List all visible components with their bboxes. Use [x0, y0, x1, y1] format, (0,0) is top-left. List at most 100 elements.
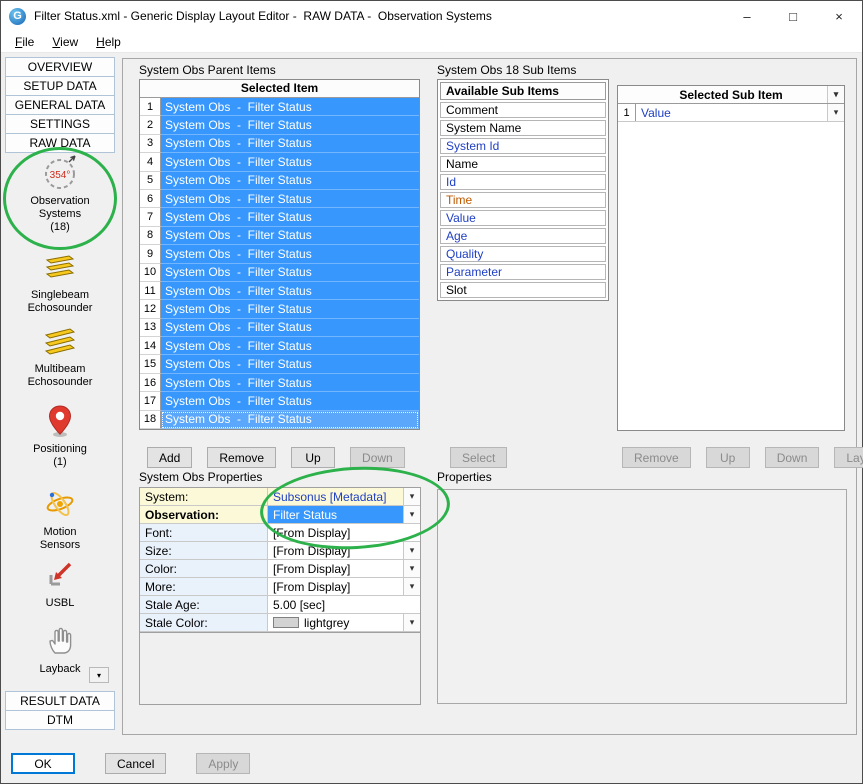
- remove-button[interactable]: Remove: [207, 447, 276, 468]
- dropdown-arrow-icon[interactable]: ▾: [827, 104, 844, 121]
- property-label: System:: [140, 488, 268, 505]
- sub-item-comment[interactable]: Comment: [440, 102, 606, 118]
- parent-row-label: System Obs - Filter Status: [161, 319, 419, 337]
- sidebar-nav-setup-data[interactable]: SETUP DATA: [5, 76, 115, 96]
- property-row-size: Size:[From Display]▾: [140, 542, 420, 560]
- parent-row[interactable]: 3System Obs - Filter Status: [140, 135, 419, 153]
- property-label: Observation:: [140, 506, 268, 523]
- parent-row[interactable]: 10System Obs - Filter Status: [140, 264, 419, 282]
- parent-row[interactable]: 6System Obs - Filter Status: [140, 190, 419, 208]
- sidebar-nav-settings[interactable]: SETTINGS: [5, 114, 115, 134]
- parent-row[interactable]: 14System Obs - Filter Status: [140, 337, 419, 355]
- dropdown-arrow-icon[interactable]: ▾: [403, 488, 420, 505]
- row-number: 10: [140, 264, 161, 282]
- dropdown-arrow-icon[interactable]: ▾: [403, 506, 420, 523]
- menu-item-file[interactable]: File: [6, 33, 43, 51]
- sub-item-system-id[interactable]: System Id: [440, 138, 606, 154]
- sidebar-nav-dtm[interactable]: DTM: [5, 710, 115, 730]
- parent-row-label: System Obs - Filter Status: [161, 245, 419, 263]
- parent-row[interactable]: 2System Obs - Filter Status: [140, 116, 419, 134]
- sub-item-quality[interactable]: Quality: [440, 246, 606, 262]
- parent-row[interactable]: 5System Obs - Filter Status: [140, 172, 419, 190]
- parent-row[interactable]: 16System Obs - Filter Status: [140, 374, 419, 392]
- property-label: Color:: [140, 560, 268, 577]
- available-sub-items-box: Available Sub Items Comment System Name Sy…: [437, 79, 609, 301]
- parent-row[interactable]: 1System Obs - Filter Status: [140, 98, 419, 116]
- property-value-field[interactable]: lightgrey▾: [268, 614, 420, 631]
- sidebar-item-usbl[interactable]: USBL: [5, 555, 115, 610]
- up-button[interactable]: Up: [291, 447, 335, 468]
- sub-item-time[interactable]: Time: [440, 192, 606, 208]
- sidebar-more-button[interactable]: ▾: [89, 667, 109, 683]
- sub-item-slot[interactable]: Slot: [440, 282, 606, 298]
- selected-sub-row[interactable]: 1Value▾: [618, 104, 844, 122]
- row-number: 4: [140, 153, 161, 171]
- available-sub-items-header: Available Sub Items: [440, 82, 606, 100]
- row-number: 7: [140, 208, 161, 226]
- row-number: 18: [140, 411, 161, 429]
- parent-items-table: Selected Item 1System Obs - Filter Statu…: [139, 79, 420, 430]
- dropdown-arrow-icon[interactable]: ▾: [403, 614, 420, 631]
- row-number: 16: [140, 374, 161, 392]
- down-button: Down: [765, 447, 820, 468]
- dropdown-arrow-icon[interactable]: ▾: [827, 86, 844, 103]
- parent-row[interactable]: 15System Obs - Filter Status: [140, 355, 419, 373]
- parent-row[interactable]: 4System Obs - Filter Status: [140, 153, 419, 171]
- dropdown-arrow-icon[interactable]: ▾: [403, 578, 420, 595]
- parent-row[interactable]: 9System Obs - Filter Status: [140, 245, 419, 263]
- sidebar-item-multibeam-echosounder[interactable]: Multibeam Echosounder: [5, 321, 115, 389]
- add-button[interactable]: Add: [147, 447, 192, 468]
- property-value-field[interactable]: Filter Status▾: [268, 506, 420, 523]
- parent-row-label: System Obs - Filter Status: [161, 135, 419, 153]
- parent-items-column-header: Selected Item: [140, 80, 419, 98]
- property-value: Subsonus [Metadata]: [273, 490, 386, 504]
- parent-row[interactable]: 12System Obs - Filter Status: [140, 300, 419, 318]
- property-value-field[interactable]: [From Display]: [268, 524, 420, 541]
- property-value-field[interactable]: 5.00 [sec]: [268, 596, 420, 613]
- dropdown-arrow-icon[interactable]: ▾: [403, 542, 420, 559]
- sub-item-parameter[interactable]: Parameter: [440, 264, 606, 280]
- parent-row[interactable]: 17System Obs - Filter Status: [140, 392, 419, 410]
- minimize-button[interactable]: –: [724, 1, 770, 31]
- hand-icon: [5, 621, 115, 661]
- menu-item-help[interactable]: Help: [87, 33, 130, 51]
- property-value-field[interactable]: Subsonus [Metadata] ▾: [268, 488, 420, 505]
- row-number: 3: [140, 135, 161, 153]
- parent-row[interactable]: 7System Obs - Filter Status: [140, 208, 419, 226]
- sidebar-item-singlebeam-echosounder[interactable]: Singlebeam Echosounder: [5, 247, 115, 315]
- property-value-field[interactable]: [From Display]▾: [268, 560, 420, 577]
- parent-row[interactable]: 13System Obs - Filter Status: [140, 319, 419, 337]
- obs-props-box: System: Subsonus [Metadata] ▾ Observation:F…: [139, 487, 421, 705]
- dropdown-arrow-icon[interactable]: ▾: [403, 560, 420, 577]
- sidebar-nav-general-data[interactable]: GENERAL DATA: [5, 95, 115, 115]
- cancel-button[interactable]: Cancel: [105, 753, 166, 774]
- sub-item-system-name[interactable]: System Name: [440, 120, 606, 136]
- sidebar-nav-raw-data[interactable]: RAW DATA: [5, 133, 115, 153]
- layout-button: Layout...: [834, 447, 863, 468]
- property-value-field[interactable]: [From Display]▾: [268, 578, 420, 595]
- maximize-button[interactable]: □: [770, 1, 816, 31]
- sidebar-item-motion-sensors[interactable]: Motion Sensors: [5, 484, 115, 552]
- sidebar-nav-result-data[interactable]: RESULT DATA: [5, 691, 115, 711]
- close-button[interactable]: ×: [816, 1, 862, 31]
- sidebar-nav-overview[interactable]: OVERVIEW: [5, 57, 115, 77]
- sidebar-item-positioning[interactable]: Positioning (1): [5, 401, 115, 469]
- app-icon-letter: G: [13, 10, 22, 22]
- parent-row[interactable]: 8System Obs - Filter Status: [140, 227, 419, 245]
- sub-item-value[interactable]: Value: [440, 210, 606, 226]
- parent-row-label: System Obs - Filter Status: [161, 190, 419, 208]
- parent-row-label: System Obs - Filter Status: [161, 300, 419, 318]
- property-value: [From Display]: [273, 544, 350, 558]
- sidebar-item-observation-systems[interactable]: 354°Observation Systems (18): [5, 153, 115, 234]
- parent-row[interactable]: 11System Obs - Filter Status: [140, 282, 419, 300]
- sub-item-age[interactable]: Age: [440, 228, 606, 244]
- footer-buttons: OKCancelApply: [11, 753, 250, 774]
- sub-items-title: System Obs 18 Sub Items: [437, 63, 576, 77]
- ok-button[interactable]: OK: [11, 753, 75, 774]
- sub-item-name[interactable]: Name: [440, 156, 606, 172]
- parent-row[interactable]: 18System Obs - Filter Status: [140, 411, 419, 429]
- parent-row-label: System Obs - Filter Status: [161, 172, 419, 190]
- sub-item-id[interactable]: Id: [440, 174, 606, 190]
- property-value-field[interactable]: [From Display] ▾: [268, 542, 420, 559]
- menu-item-view[interactable]: View: [43, 33, 87, 51]
